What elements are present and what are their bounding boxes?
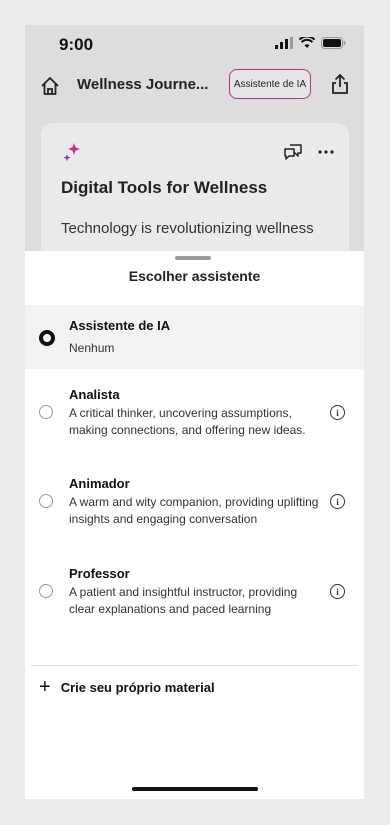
wifi-icon [299,37,315,48]
option-desc: A warm and wity companion, providing upl… [69,495,319,526]
app-bar: Wellness Journe... Assistente de IA [25,69,364,103]
option-title: Analista [69,387,120,402]
card-actions [283,143,335,161]
option-animator[interactable]: Animador A warm and wity companion, prov… [25,470,364,550]
ai-assistant-button[interactable]: Assistente de IA [229,69,311,99]
signal-icon [275,37,293,49]
create-own-button[interactable]: + Crie seu próprio material [39,676,215,698]
option-title: Professor [69,566,130,581]
create-own-label: Crie seu próprio material [60,679,215,695]
content-card[interactable]: Digital Tools for Wellness Technology is… [41,123,349,263]
info-icon[interactable]: i [330,494,345,509]
radio-unselected[interactable] [39,405,53,419]
comment-icon[interactable] [283,143,303,161]
status-bar: 9:00 [25,25,364,65]
bottom-sheet: Escolher assistente Assistente de IA Nen… [25,251,364,799]
option-desc: A patient and insightful instructor, pro… [69,585,298,616]
share-icon[interactable] [329,73,351,95]
option-ai-assistant[interactable]: Assistente de IA Nenhum [25,305,364,369]
radio-unselected[interactable] [39,584,53,598]
battery-icon [321,37,346,49]
option-professor[interactable]: Professor A patient and insightful instr… [25,560,364,640]
plus-icon: + [39,676,51,698]
info-icon[interactable]: i [330,405,345,420]
background-app: 9:00 Wellness Journe... Assistente de IA… [25,25,364,263]
option-title: Animador [69,476,130,491]
status-time: 9:00 [59,35,94,54]
option-desc: A critical thinker, uncovering assumptio… [69,406,306,437]
page-title: Wellness Journe... [77,76,209,93]
option-title: Assistente de IA [69,318,171,333]
card-text: Technology is revolutionizing wellness [61,220,314,237]
option-analyst[interactable]: Analista A critical thinker, uncovering … [25,381,364,461]
phone-screen: 9:00 Wellness Journe... Assistente de IA… [25,25,364,799]
sheet-title: Escolher assistente [128,268,261,284]
card-title: Digital Tools for Wellness [61,178,268,197]
status-icons [275,37,346,49]
info-icon[interactable]: i [330,584,345,599]
option-desc: Nenhum [69,341,115,355]
home-icon[interactable] [39,75,61,97]
sheet-drag-handle[interactable] [175,256,211,260]
home-indicator [132,787,258,791]
radio-unselected[interactable] [39,494,53,508]
divider [31,665,358,666]
more-options-icon[interactable] [317,149,335,155]
sparkle-icon [63,143,80,162]
radio-selected[interactable] [39,330,55,346]
